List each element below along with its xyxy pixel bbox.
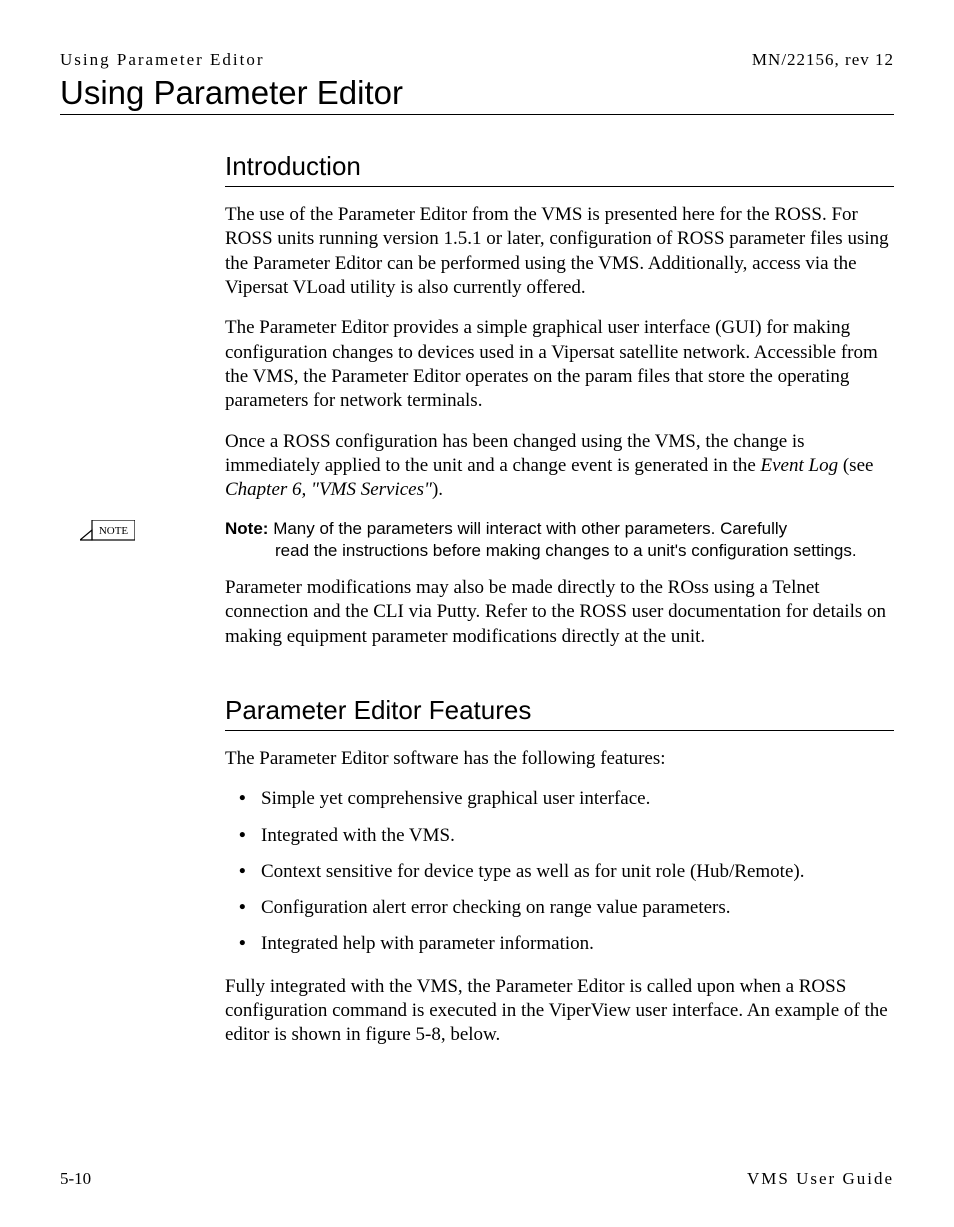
note-icon-label: NOTE <box>99 525 129 537</box>
page: Using Parameter Editor MN/22156, rev 12 … <box>0 0 954 1227</box>
intro-paragraph-2: The Parameter Editor provides a simple g… <box>225 316 894 413</box>
list-item: Integrated help with parameter informati… <box>225 932 894 956</box>
p3-mid: (see <box>838 455 873 476</box>
chapter-title: Using Parameter Editor <box>60 74 894 112</box>
header-right: MN/22156, rev 12 <box>752 50 894 70</box>
p3-em1: Event Log <box>761 455 839 476</box>
footer: 5-10 VMS User Guide <box>60 1169 894 1189</box>
section-title-features: Parameter Editor Features <box>225 695 894 726</box>
features-lead: The Parameter Editor software has the fo… <box>225 747 894 771</box>
footer-right: VMS User Guide <box>747 1169 894 1189</box>
content-column: Introduction The use of the Parameter Ed… <box>225 151 894 1048</box>
note-icon: NOTE <box>80 520 135 554</box>
note-label: Note: <box>225 519 268 538</box>
note-rest: read the instructions before making chan… <box>275 540 894 562</box>
note-text: Note: Many of the parameters will intera… <box>225 518 894 562</box>
page-number: 5-10 <box>60 1169 91 1189</box>
intro-paragraph-3: Once a ROSS configuration has been chang… <box>225 430 894 503</box>
p3-suffix: ). <box>432 479 443 500</box>
p3-em2: Chapter 6, "VMS Services" <box>225 479 432 500</box>
list-item: Context sensitive for device type as wel… <box>225 860 894 884</box>
chapter-rule <box>60 114 894 115</box>
section-rule <box>225 186 894 187</box>
intro-paragraph-1: The use of the Parameter Editor from the… <box>225 203 894 300</box>
features-list: Simple yet comprehensive graphical user … <box>225 787 894 957</box>
note-block: NOTE Note: Many of the parameters will i… <box>225 518 894 562</box>
section-rule <box>225 730 894 731</box>
list-item: Simple yet comprehensive graphical user … <box>225 787 894 811</box>
header-left: Using Parameter Editor <box>60 50 265 70</box>
features-closing: Fully integrated with the VMS, the Param… <box>225 975 894 1048</box>
running-header: Using Parameter Editor MN/22156, rev 12 <box>60 50 894 70</box>
list-item: Configuration alert error checking on ra… <box>225 896 894 920</box>
section-gap <box>225 665 894 695</box>
p3-prefix: Once a ROSS configuration has been chang… <box>225 431 805 476</box>
intro-paragraph-4: Parameter modifications may also be made… <box>225 576 894 649</box>
section-title-introduction: Introduction <box>225 151 894 182</box>
list-item: Integrated with the VMS. <box>225 824 894 848</box>
note-first-line: Many of the parameters will interact wit… <box>273 519 787 538</box>
